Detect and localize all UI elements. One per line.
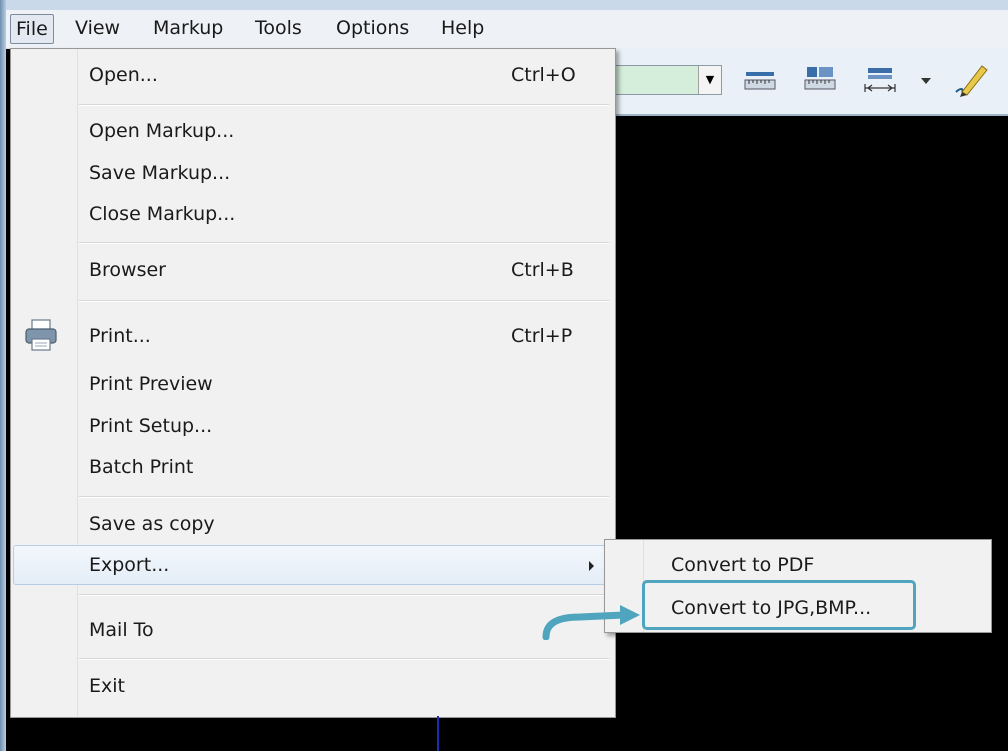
menu-item-browser-label: Browser	[89, 259, 166, 281]
dropdown-arrow-icon[interactable]	[916, 62, 936, 98]
submenu-arrow-icon	[589, 561, 594, 571]
menu-item-batch-print-label: Batch Print	[89, 456, 194, 478]
window-top-border	[0, 0, 1008, 10]
menu-item-close-markup[interactable]: Close Markup...	[13, 194, 611, 234]
highlight-frame	[642, 580, 916, 630]
menu-item-exit-label: Exit	[89, 675, 125, 697]
menu-item-exit[interactable]: Exit	[13, 666, 611, 706]
pencil-icon[interactable]	[946, 62, 996, 98]
measure-area-icon[interactable]	[802, 62, 838, 98]
menu-item-print-label: Print...	[89, 325, 151, 347]
menu-item-save-markup-label: Save Markup...	[89, 162, 231, 184]
menu-bar: File View Markup Tools Options Help	[6, 10, 1008, 49]
menu-options[interactable]: Options	[331, 14, 414, 42]
menu-item-open-markup[interactable]: Open Markup...	[13, 111, 611, 151]
menu-item-print-setup[interactable]: Print Setup...	[13, 406, 611, 446]
menu-item-save-markup[interactable]: Save Markup...	[13, 153, 611, 193]
toolbar: ▼	[616, 48, 1008, 116]
menu-item-print[interactable]: Print... Ctrl+P	[13, 316, 611, 356]
menu-markup[interactable]: Markup	[148, 14, 228, 42]
menu-item-print-preview[interactable]: Print Preview	[13, 364, 611, 404]
menu-item-open-label: Open...	[89, 64, 158, 86]
menu-file[interactable]: File	[10, 14, 54, 44]
menu-item-print-setup-label: Print Setup...	[89, 415, 213, 437]
combo-dropdown-arrow[interactable]: ▼	[698, 66, 721, 94]
canvas-line	[437, 716, 439, 751]
menu-separator	[79, 496, 609, 498]
menu-separator	[79, 658, 609, 660]
measure-distance-icon[interactable]	[742, 62, 778, 98]
menu-item-mail-to-label: Mail To	[89, 619, 154, 641]
menu-separator	[79, 300, 609, 302]
window-left-border	[0, 0, 6, 751]
menu-item-close-markup-label: Close Markup...	[89, 203, 236, 225]
menu-item-save-as-copy-label: Save as copy	[89, 513, 215, 535]
menu-view[interactable]: View	[70, 14, 125, 42]
submenu-item-convert-pdf[interactable]: Convert to PDF	[671, 547, 814, 583]
menu-item-batch-print[interactable]: Batch Print	[13, 447, 611, 487]
menu-item-open[interactable]: Open... Ctrl+O	[13, 55, 611, 95]
callout-arrow-icon	[542, 605, 640, 640]
file-menu: Open... Ctrl+O Open Markup... Save Marku…	[10, 48, 616, 718]
menu-separator	[79, 104, 609, 106]
menu-item-print-shortcut: Ctrl+P	[511, 325, 573, 347]
menu-item-browser-shortcut: Ctrl+B	[511, 259, 574, 281]
menu-separator	[79, 594, 609, 596]
menu-item-browser[interactable]: Browser Ctrl+B	[13, 250, 611, 290]
menu-tools[interactable]: Tools	[250, 14, 307, 42]
menu-item-open-markup-label: Open Markup...	[89, 120, 235, 142]
menu-item-export[interactable]: Export...	[13, 545, 611, 585]
measure-length-icon[interactable]	[862, 62, 898, 98]
menu-item-print-preview-label: Print Preview	[89, 373, 213, 395]
menu-item-mail-to[interactable]: Mail To	[13, 610, 611, 650]
menu-item-export-label: Export...	[89, 554, 170, 576]
menu-separator	[79, 242, 609, 244]
layer-combo-box[interactable]: ▼	[616, 65, 722, 95]
menu-help[interactable]: Help	[436, 14, 489, 42]
menu-item-save-as-copy[interactable]: Save as copy	[13, 504, 611, 544]
menu-item-open-shortcut: Ctrl+O	[511, 64, 576, 86]
